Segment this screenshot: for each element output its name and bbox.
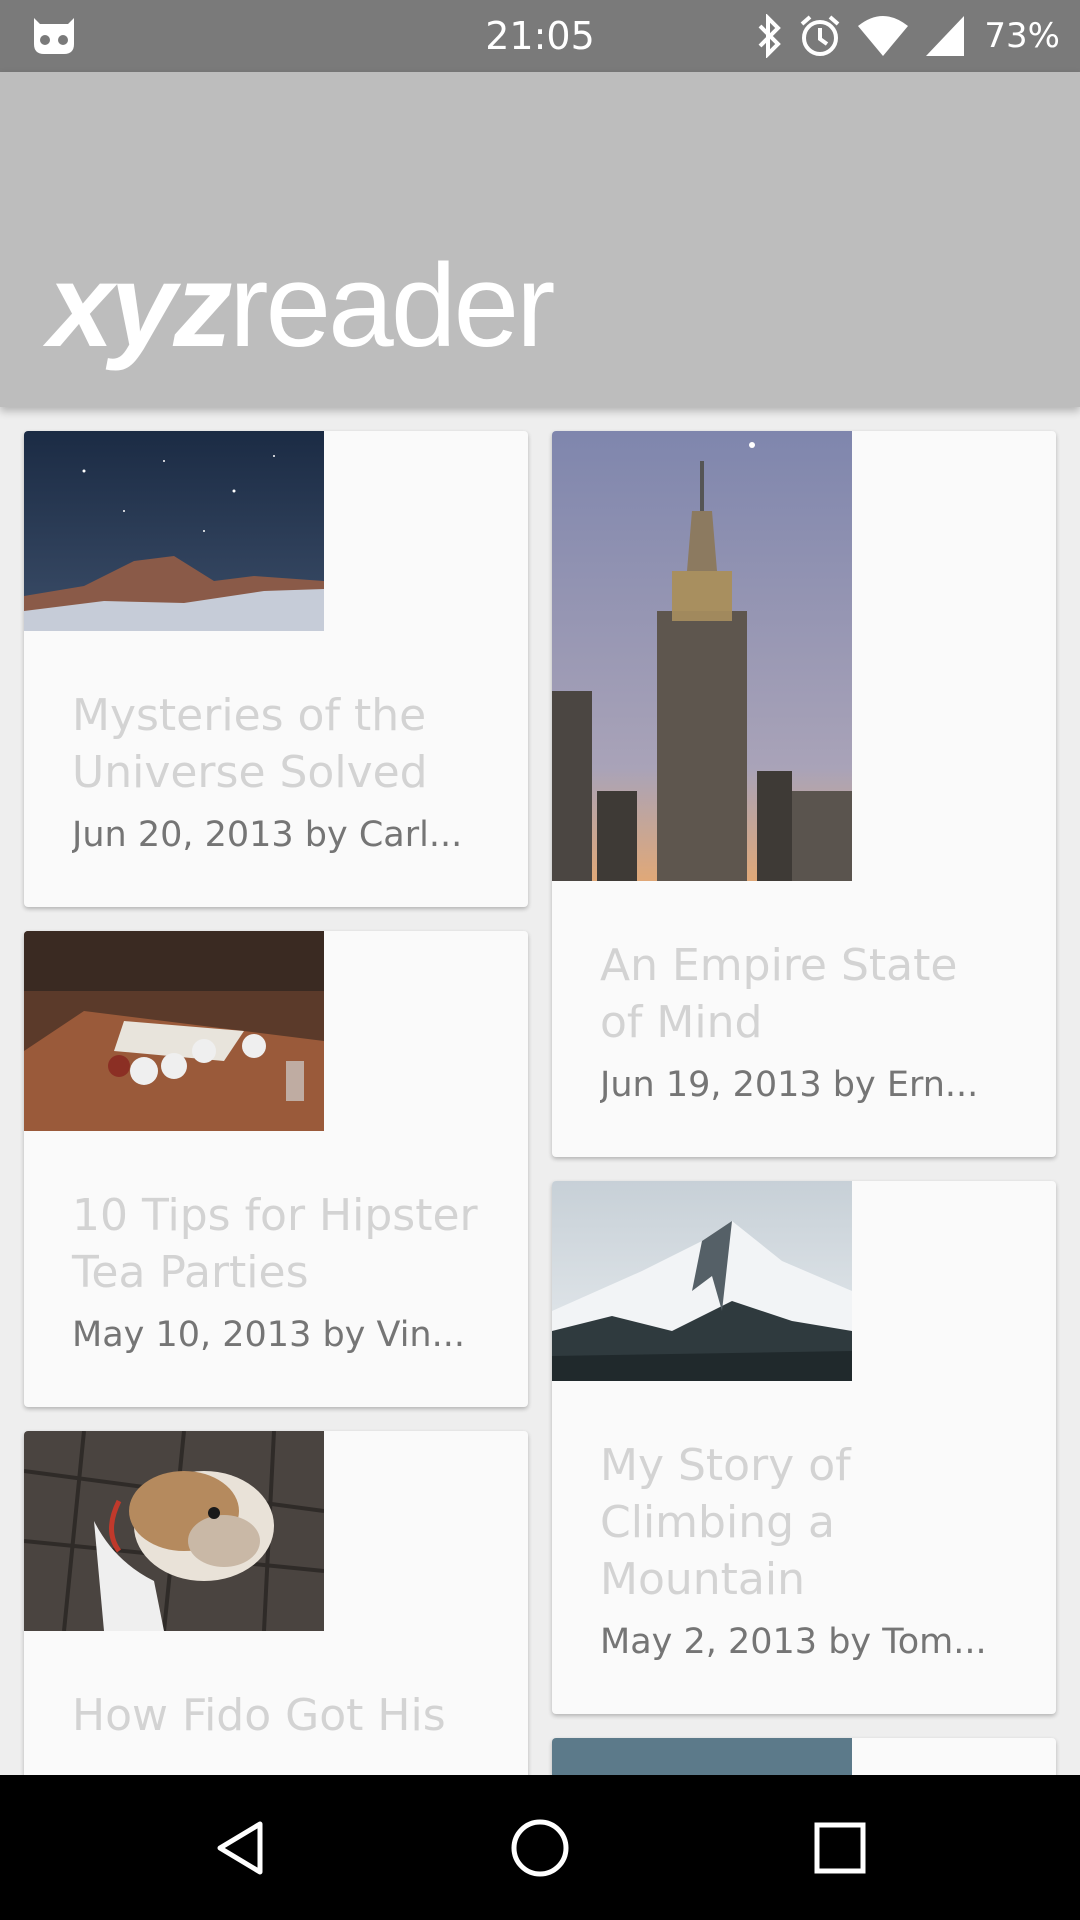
logo-light-text: reader — [229, 240, 555, 372]
article-meta: Jun 20, 2013 by Carl... — [72, 815, 463, 855]
back-button[interactable] — [160, 1775, 320, 1920]
grid-column-right: An Empire State of Mind Jun 19, 2013 by … — [552, 431, 1056, 1775]
recents-button[interactable] — [760, 1775, 920, 1920]
article-thumbnail — [552, 1738, 852, 1775]
article-meta: Jun 19, 2013 by Ern... — [600, 1065, 979, 1105]
home-button[interactable] — [460, 1775, 620, 1920]
wifi-icon — [858, 16, 909, 56]
article-thumbnail — [24, 931, 324, 1131]
alarm-icon — [801, 15, 840, 56]
home-icon — [511, 1819, 569, 1876]
article-title: An Empire State of Mind — [600, 940, 958, 1048]
article-title: Mysteries of the Universe Solved — [72, 690, 428, 798]
article-grid[interactable]: Mysteries of the Universe Solved Jun 20,… — [0, 407, 1080, 1775]
article-card[interactable]: 10 Tips for Hipster Tea Parties May 10, … — [24, 931, 528, 1407]
article-card[interactable]: Mysteries of the Universe Solved Jun 20,… — [24, 431, 528, 907]
navigation-bar — [0, 1775, 1080, 1920]
article-title: 10 Tips for Hipster Tea Parties — [72, 1190, 478, 1298]
article-thumbnail — [24, 431, 324, 631]
article-title: My Story of Climbing a Mountain — [600, 1440, 851, 1605]
article-card[interactable] — [552, 1738, 1056, 1775]
article-card[interactable]: My Story of Climbing a Mountain May 2, 2… — [552, 1181, 1056, 1714]
article-meta: May 10, 2013 by Vin... — [72, 1315, 465, 1355]
recents-icon — [814, 1822, 866, 1873]
app-bar: xyzreader — [0, 72, 1080, 407]
battery-level: 73% — [984, 16, 1060, 56]
article-meta: May 2, 2013 by Tom... — [600, 1622, 987, 1662]
article-title: How Fido Got His — [72, 1690, 446, 1741]
article-card[interactable]: An Empire State of Mind Jun 19, 2013 by … — [552, 431, 1056, 1157]
status-bar: 21:05 73% — [0, 0, 1080, 72]
logo-bold-text: xyz — [48, 240, 232, 372]
app-logo: xyzreader — [48, 247, 555, 365]
back-icon — [217, 1821, 263, 1874]
article-thumbnail — [552, 431, 852, 881]
signal-icon — [926, 16, 965, 56]
article-card[interactable]: How Fido Got His — [24, 1431, 528, 1775]
grid-column-left: Mysteries of the Universe Solved Jun 20,… — [24, 431, 528, 1775]
article-thumbnail — [552, 1181, 852, 1381]
bluetooth-icon — [759, 14, 782, 58]
article-thumbnail — [24, 1431, 324, 1631]
